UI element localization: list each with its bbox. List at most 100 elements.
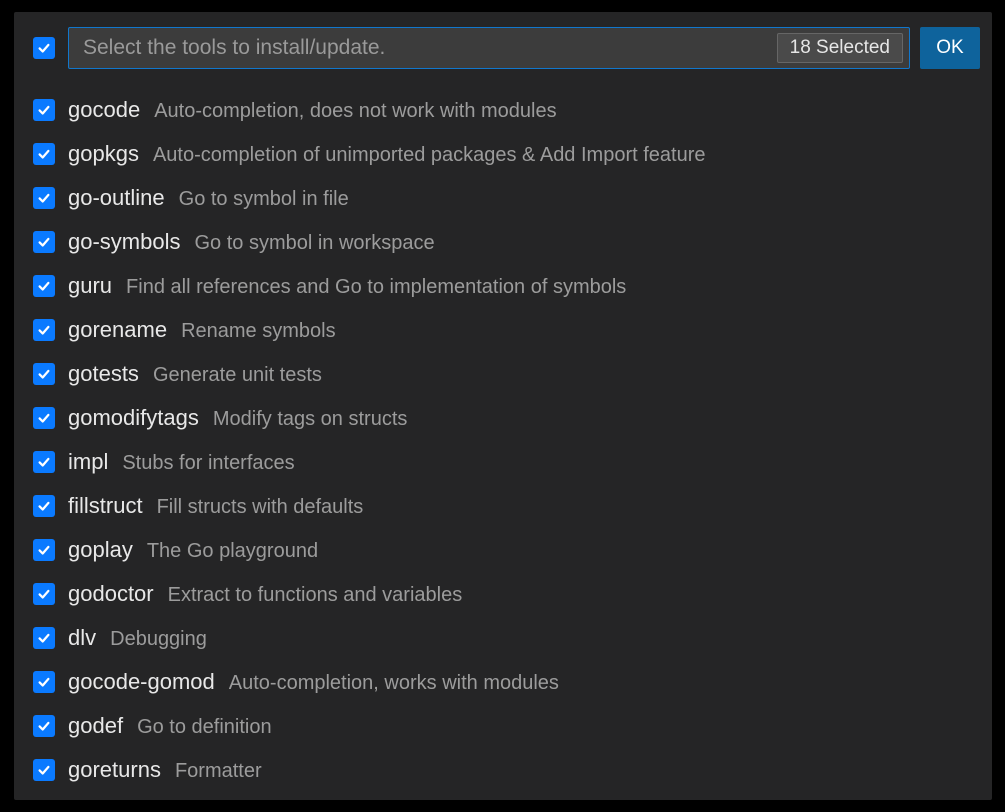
tool-name-label: dlv [68, 625, 96, 651]
tool-row[interactable]: godefGo to definition [14, 704, 992, 748]
row-text: gopkgs Auto-completion of unimported pack… [68, 141, 706, 167]
tool-name-label: guru [68, 273, 112, 299]
checkbox-holder [30, 671, 58, 693]
tool-checkbox[interactable] [33, 627, 55, 649]
tool-name-label: goreturns [68, 757, 161, 783]
checkmark-icon [37, 147, 51, 161]
row-text: gotestsGenerate unit tests [68, 361, 322, 387]
row-text: fillstruct Fill structs with defaults [68, 493, 363, 519]
tool-row[interactable]: go-outline Go to symbol in file [14, 176, 992, 220]
tool-checkbox[interactable] [33, 319, 55, 341]
tool-description-label: Extract to functions and variables [168, 584, 463, 607]
tool-checkbox[interactable] [33, 451, 55, 473]
row-text: goreturns Formatter [68, 757, 262, 783]
tool-checkbox[interactable] [33, 759, 55, 781]
tool-description-label: The Go playground [147, 540, 318, 563]
tool-description-label: Rename symbols [181, 320, 336, 343]
checkmark-icon [37, 455, 51, 469]
checkmark-icon [37, 719, 51, 733]
checkbox-holder [30, 715, 58, 737]
checkmark-icon [37, 763, 51, 777]
tool-row[interactable]: goreturns Formatter [14, 748, 992, 792]
tool-row[interactable]: gotestsGenerate unit tests [14, 352, 992, 396]
tool-list: gocode Auto-completion, does not work wit… [14, 74, 992, 792]
row-text: guru Find all references and Go to implem… [68, 273, 626, 299]
tool-checkbox[interactable] [33, 187, 55, 209]
checkbox-holder [30, 583, 58, 605]
tool-description-label: Auto-completion, works with modules [229, 672, 559, 695]
tool-description-label: Auto-completion, does not work with modu… [154, 100, 556, 123]
tool-name-label: fillstruct [68, 493, 143, 519]
checkmark-icon [37, 411, 51, 425]
header-row: 18 Selected OK [14, 22, 992, 74]
tool-row[interactable]: gocode-gomod Auto-completion, works with … [14, 660, 992, 704]
row-text: godoctorExtract to functions and variabl… [68, 581, 462, 607]
tool-checkbox[interactable] [33, 143, 55, 165]
checkbox-holder [30, 407, 58, 429]
tool-checkbox[interactable] [33, 671, 55, 693]
row-text: gomodifytagsModify tags on structs [68, 405, 407, 431]
tool-description-label: Find all references and Go to implementa… [126, 276, 626, 299]
tool-checkbox[interactable] [33, 583, 55, 605]
checkmark-icon [37, 191, 51, 205]
tool-description-label: Auto-completion of unimported packages &… [153, 144, 706, 167]
checkmark-icon [37, 103, 51, 117]
tool-description-label: Go to symbol in workspace [194, 232, 434, 255]
checkmark-icon [37, 499, 51, 513]
tool-description-label: Fill structs with defaults [157, 496, 364, 519]
checkbox-holder [30, 99, 58, 121]
row-text: godefGo to definition [68, 713, 272, 739]
checkbox-holder [30, 275, 58, 297]
tool-row[interactable]: goplayThe Go playground [14, 528, 992, 572]
tool-name-label: go-symbols [68, 229, 180, 255]
row-text: go-outline Go to symbol in file [68, 185, 349, 211]
tool-name-label: gopkgs [68, 141, 139, 167]
tools-picker-panel: 18 Selected OK gocode Auto-completion, do… [14, 12, 992, 800]
checkmark-icon [37, 235, 51, 249]
tool-row[interactable]: guru Find all references and Go to implem… [14, 264, 992, 308]
tool-row[interactable]: dlvDebugging [14, 616, 992, 660]
select-all-checkbox[interactable] [33, 37, 55, 59]
tool-name-label: go-outline [68, 185, 165, 211]
tool-row[interactable]: godoctorExtract to functions and variabl… [14, 572, 992, 616]
row-text: gocode Auto-completion, does not work wit… [68, 97, 557, 123]
checkbox-holder [30, 627, 58, 649]
checkmark-icon [37, 587, 51, 601]
tool-checkbox[interactable] [33, 363, 55, 385]
tool-name-label: impl [68, 449, 108, 475]
checkmark-icon [37, 543, 51, 557]
row-text: goplayThe Go playground [68, 537, 318, 563]
tool-row[interactable]: gopkgs Auto-completion of unimported pack… [14, 132, 992, 176]
search-input[interactable] [81, 35, 777, 61]
tool-description-label: Generate unit tests [153, 364, 322, 387]
tool-row[interactable]: go-symbols Go to symbol in workspace [14, 220, 992, 264]
tool-name-label: gocode [68, 97, 140, 123]
checkmark-icon [37, 675, 51, 689]
tool-checkbox[interactable] [33, 539, 55, 561]
tool-row[interactable]: gorename Rename symbols [14, 308, 992, 352]
tool-name-label: godef [68, 713, 123, 739]
tool-row[interactable]: implStubs for interfaces [14, 440, 992, 484]
row-text: implStubs for interfaces [68, 449, 295, 475]
tool-name-label: gocode-gomod [68, 669, 215, 695]
checkbox-holder [30, 143, 58, 165]
tool-description-label: Formatter [175, 760, 262, 783]
tool-checkbox[interactable] [33, 495, 55, 517]
checkmark-icon [37, 279, 51, 293]
checkmark-icon [37, 631, 51, 645]
tool-checkbox[interactable] [33, 99, 55, 121]
tool-name-label: gorename [68, 317, 167, 343]
tool-row[interactable]: gocode Auto-completion, does not work wit… [14, 88, 992, 132]
tool-description-label: Go to symbol in file [179, 188, 349, 211]
row-text: go-symbols Go to symbol in workspace [68, 229, 435, 255]
select-all-holder [30, 37, 58, 59]
tool-checkbox[interactable] [33, 231, 55, 253]
tool-checkbox[interactable] [33, 715, 55, 737]
tool-description-label: Modify tags on structs [213, 408, 408, 431]
checkmark-icon [37, 41, 51, 55]
tool-checkbox[interactable] [33, 275, 55, 297]
tool-row[interactable]: fillstruct Fill structs with defaults [14, 484, 992, 528]
tool-checkbox[interactable] [33, 407, 55, 429]
ok-button[interactable]: OK [920, 27, 980, 69]
tool-row[interactable]: gomodifytagsModify tags on structs [14, 396, 992, 440]
